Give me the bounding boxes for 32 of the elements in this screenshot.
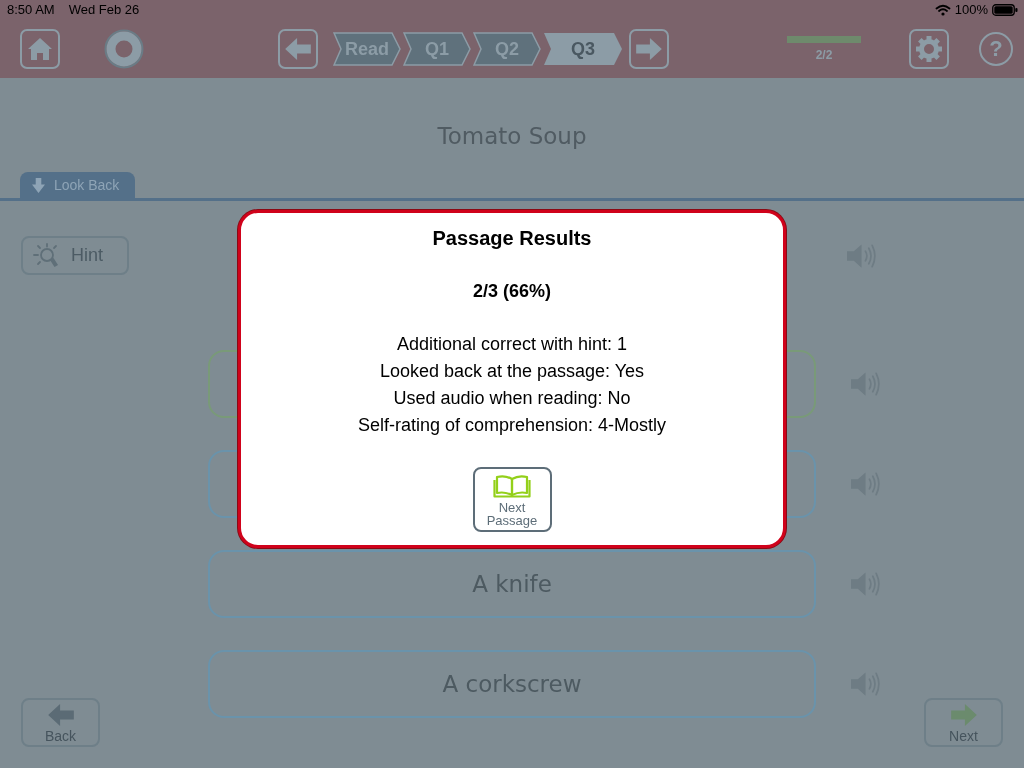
house-icon xyxy=(27,37,53,61)
arrow-left-icon xyxy=(46,704,75,726)
lightbulb-icon xyxy=(33,242,61,269)
settings-button[interactable] xyxy=(909,29,949,69)
previous-button[interactable] xyxy=(278,29,318,69)
battery-icon xyxy=(992,4,1018,16)
progress-text: 2/2 xyxy=(815,48,833,62)
back-button[interactable]: Back xyxy=(21,698,100,747)
step-tab[interactable]: Q3 xyxy=(543,32,623,66)
next-step-button[interactable] xyxy=(629,29,669,69)
arrow-right-icon xyxy=(949,704,978,726)
result-detail: Used audio when reading: No xyxy=(392,387,632,410)
arrow-left-icon xyxy=(285,38,311,60)
status-date: Wed Feb 26 xyxy=(68,1,140,19)
result-detail: Self-rating of comprehension: 4-Mostly xyxy=(357,414,667,437)
status-time: 8:50 AM xyxy=(7,1,55,19)
ring-icon[interactable] xyxy=(104,29,144,69)
score-text: 2/3 (66%) xyxy=(472,280,551,303)
arrow-down-icon xyxy=(32,177,45,193)
next-button[interactable]: Next xyxy=(924,698,1003,747)
dialog-title: Passage Results xyxy=(432,226,592,251)
look-back-tab[interactable]: Look Back xyxy=(20,172,135,198)
result-detail: Additional correct with hint: 1 xyxy=(395,333,629,356)
help-button[interactable]: ? xyxy=(979,32,1013,66)
next-passage-button[interactable]: Next Passage xyxy=(472,467,552,532)
wifi-icon xyxy=(934,4,951,16)
result-detail: Looked back at the passage: Yes xyxy=(378,360,646,383)
book-icon xyxy=(493,474,531,498)
battery-percent: 100% xyxy=(954,1,988,19)
gear-icon xyxy=(915,35,943,63)
arrow-right-icon xyxy=(636,38,662,60)
home-button[interactable] xyxy=(20,29,60,69)
